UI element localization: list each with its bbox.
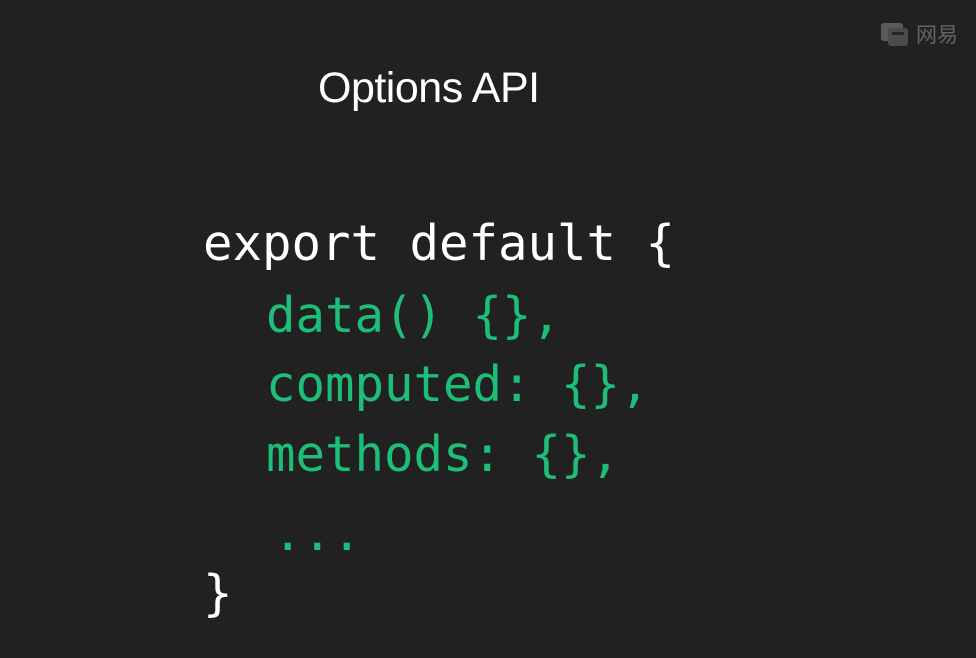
code-line-data: data() {},	[266, 287, 562, 344]
watermark-text: 网易	[916, 23, 958, 47]
slide: 网易 Options API export default { data() {…	[0, 0, 976, 658]
video-logo-icon	[881, 23, 908, 46]
code-line-close-brace: }	[203, 565, 233, 622]
watermark: 网易	[880, 22, 958, 48]
code-line-export-default: export default {	[203, 215, 676, 272]
slide-title: Options API	[318, 64, 540, 112]
code-line-methods: methods: {},	[266, 426, 621, 483]
code-line-ellipsis: ...	[273, 505, 362, 562]
code-line-computed: computed: {},	[266, 356, 650, 413]
